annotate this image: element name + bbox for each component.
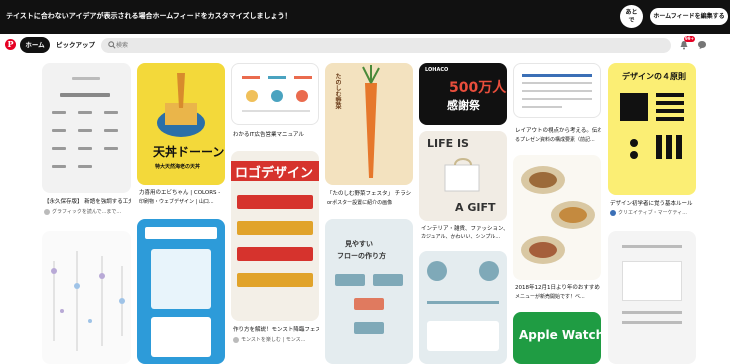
pin-card[interactable] — [419, 251, 507, 364]
pin-source: 印刷物・ウェブデザイン | 山口... — [139, 199, 214, 205]
pin-source-label: クリエイティブ・マーケティ... — [618, 210, 687, 216]
avatar — [44, 208, 50, 215]
pin-card[interactable] — [137, 219, 225, 364]
pin-art-subtitle: 特大天然海老の天丼 — [155, 164, 201, 170]
pin-card[interactable]: 天丼ドーーン 特大天然海老の天丼 — [137, 63, 225, 185]
pin-image — [137, 219, 225, 364]
pin-image — [514, 64, 600, 117]
pin-image — [419, 251, 507, 364]
pin-source: クリエイティブ・マーケティ... — [610, 209, 696, 216]
pin-card[interactable] — [513, 155, 601, 280]
pin-title: 力喜用のエビちゃん | COLORS - — [139, 190, 221, 196]
pin-title: デザイン初学者に覚う基本ルール — [610, 201, 693, 207]
later-button[interactable]: あと で — [620, 5, 643, 28]
pin-source: メニューが新売開始です！ベ... — [515, 294, 585, 300]
pin-card[interactable] — [513, 63, 601, 118]
pin-image — [335, 274, 403, 354]
pin-image — [608, 231, 696, 364]
avatar — [233, 336, 239, 343]
pin-art-title: ロゴデザイン — [235, 166, 314, 181]
notification-banner: テイストに合わないアイデアが表示される場合ホームフィードをカスタマイズしましょう… — [0, 0, 730, 34]
pin-art-brand: LOHACO — [425, 67, 449, 73]
pin-card[interactable]: デザインの４原則 — [608, 63, 696, 195]
pin-image — [521, 166, 595, 264]
top-nav-bar: P ホーム ピックアップ 検索 99+ — [0, 36, 730, 58]
pin-title: 【永久保存版】 新語を強調する工夫 ... — [44, 199, 131, 205]
chat-icon[interactable] — [697, 40, 707, 50]
avatar — [610, 209, 616, 216]
tab-home[interactable]: ホーム — [20, 37, 50, 53]
pin-title: 2018年12月1日より年のおすすめ — [515, 285, 600, 291]
pin-art-title: 見やすい — [345, 240, 373, 248]
notification-badge: 99+ — [684, 36, 695, 42]
pin-source: グラフィックを読んで...まで... — [44, 208, 131, 215]
pin-card[interactable]: たのしむ野菜 — [325, 63, 413, 185]
pin-source: orポスター設置に紹介の画像 — [327, 200, 393, 206]
edit-home-feed-button[interactable]: ホームフィードを編集する — [650, 8, 728, 25]
search-icon — [108, 41, 116, 49]
pin-art-title: たのしむ野菜 — [334, 73, 341, 109]
search-bar[interactable]: 検索 — [101, 38, 671, 53]
pin-card[interactable]: Apple Watch — [513, 312, 601, 364]
pin-card[interactable] — [231, 63, 319, 125]
pin-card[interactable]: ロゴデザイン — [231, 151, 319, 321]
pin-image — [242, 76, 312, 112]
pinterest-logo-icon[interactable]: P — [5, 39, 16, 50]
pin-art-subtitle: 感謝祭 — [447, 99, 480, 112]
pin-title: わかるIT広告営業マニュアル — [233, 132, 304, 138]
pin-source-label: モンストを楽しむ | モンス... — [241, 337, 306, 343]
pin-image: ロゴデザイン — [231, 151, 319, 321]
pin-source: るプレゼン資料の構成要素（前記... — [515, 137, 595, 143]
pin-source: モンストを楽しむ | モンス... — [233, 336, 319, 343]
pin-image — [620, 93, 684, 159]
pin-card[interactable]: LIFE IS A GIFT — [419, 131, 507, 221]
pin-image — [51, 251, 125, 351]
pin-card[interactable]: 見やすい フローの作り方 — [325, 219, 413, 364]
pin-source-label: グラフィックを読んで...まで... — [52, 209, 122, 215]
later-label: あと で — [625, 9, 638, 24]
pin-card[interactable]: LOHACO 500万人 感謝祭 — [419, 63, 507, 125]
pin-art-subtitle: A GIFT — [455, 201, 496, 214]
pin-card[interactable] — [42, 231, 131, 364]
pin-title: レイアウトの視点から考える。伝わ — [515, 128, 601, 134]
pin-card[interactable] — [42, 63, 131, 193]
pin-title: 作り方を解説！モンスト降臨フェス... — [233, 327, 319, 333]
banner-message: テイストに合わないアイデアが表示される場合ホームフィードをカスタマイズしましょう… — [6, 12, 292, 20]
pin-source: カジュアル、かわいい、シンプル... — [421, 234, 501, 240]
pin-art-title: 500万人 — [449, 80, 507, 96]
pin-art-title: 天丼ドーーン — [153, 145, 225, 159]
pin-art-title: Apple Watch — [519, 328, 601, 342]
pin-image — [42, 63, 131, 193]
pin-title: インテリア・雑貨、ファッション、 — [421, 226, 507, 232]
search-input[interactable]: 検索 — [116, 38, 128, 53]
pin-card[interactable] — [608, 231, 696, 364]
pin-art-subtitle: フローの作り方 — [337, 252, 386, 260]
pin-title: 「たのしむ野菜フェスタ」 チラシ — [327, 191, 412, 197]
tab-pickup[interactable]: ピックアップ — [56, 37, 95, 53]
